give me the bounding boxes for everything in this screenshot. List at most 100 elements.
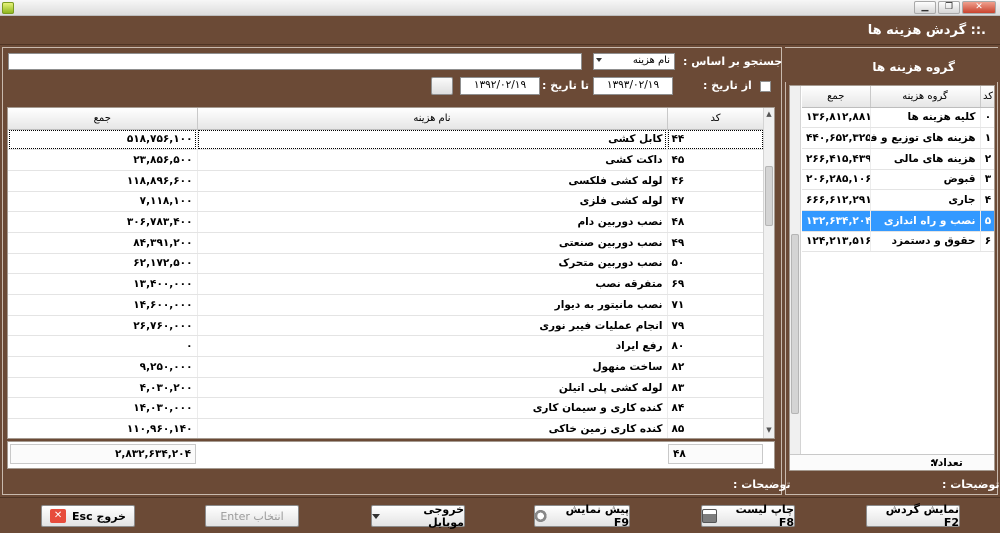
- print-list-button[interactable]: چاپ لیست F8: [701, 503, 795, 529]
- cell-name: کنده کاری زمین خاکی: [197, 418, 668, 438]
- show-turnover-label: نمایش گردش F2: [885, 503, 959, 529]
- group-scroll-thumb[interactable]: [791, 234, 799, 414]
- to-date-field[interactable]: ۱۳۹۲/۰۲/۱۹: [460, 77, 540, 95]
- cell-sum: ۱۴,۰۳۰,۰۰۰: [8, 397, 198, 420]
- cell-name: ساخت منهول: [197, 356, 668, 378]
- column-header-sum[interactable]: جمع: [8, 108, 198, 130]
- cell-code: ۶۹: [667, 273, 765, 295]
- group-row[interactable]: ۱۲۴,۲۱۳,۵۱۶ حقوق و دستمزد ۶: [802, 231, 994, 253]
- group-column-header-sum[interactable]: جمع: [802, 86, 871, 108]
- group-row[interactable]: ۲۶۶,۴۱۵,۴۳۹ هزینه های مالی ۲: [802, 148, 994, 170]
- page-title: .:: گردش هزینه ها: [867, 23, 986, 38]
- group-cell-code: ۴: [980, 189, 994, 211]
- group-column-header-name[interactable]: گروه هزینه: [870, 86, 981, 108]
- cell-code: ۷۹: [667, 315, 765, 337]
- group-cell-sum: ۶۶۶,۶۱۲,۲۹۱: [802, 189, 871, 211]
- from-date-label: از تاریخ :: [703, 79, 752, 92]
- search-field-select-value: نام هزینه: [632, 55, 670, 66]
- mobile-output-button[interactable]: خروجی موبایل: [371, 503, 465, 529]
- bottom-toolbar: [0, 497, 1000, 533]
- grid-scrollbar[interactable]: ▲ ▼: [763, 108, 774, 438]
- to-date-label: تا تاریخ :: [542, 79, 589, 92]
- group-panel-header: گروه هزینه ها: [785, 48, 999, 82]
- group-cell-sum: ۲۰۶,۲۸۵,۱۰۶: [802, 169, 871, 191]
- from-date-checkbox[interactable]: [760, 81, 771, 92]
- restore-button[interactable]: ❐: [938, 1, 960, 14]
- group-column-header-code[interactable]: کد: [980, 86, 994, 108]
- scroll-thumb[interactable]: [765, 166, 773, 226]
- cell-name: نصب دوربین صنعتی: [197, 232, 668, 254]
- cell-sum: ۱۱۸,۸۹۶,۶۰۰: [8, 170, 198, 192]
- cell-name: نصب دوربین دام: [197, 211, 668, 233]
- preview-label: پیش نمایش F9: [565, 503, 629, 529]
- table-row[interactable]: ۳۰۶,۷۸۳,۴۰۰ نصب دوربین دام ۴۸: [8, 211, 765, 233]
- group-row[interactable]: ۱۳۶,۸۱۲,۸۸۱ کلیه هزینه ها ۰: [802, 107, 994, 129]
- column-header-name[interactable]: نام هزینه: [197, 108, 668, 130]
- group-cell-name: کلیه هزینه ها: [870, 107, 981, 129]
- table-row[interactable]: ۱۱۰,۹۶۰,۱۴۰ کنده کاری زمین خاکی ۸۵: [8, 418, 765, 438]
- close-window-button[interactable]: ✕: [962, 1, 996, 14]
- cell-sum: ۱۱۰,۹۶۰,۱۴۰: [8, 418, 198, 438]
- from-date-field[interactable]: ۱۳۹۳/۰۲/۱۹: [593, 77, 673, 95]
- table-row[interactable]: ۴,۰۳۰,۲۰۰ لوله کشی پلی اتیلن ۸۳: [8, 377, 765, 399]
- group-cell-name: جاری: [870, 189, 981, 211]
- table-row[interactable]: ۱۴,۰۳۰,۰۰۰ کنده کاری و سیمان کاری ۸۴: [8, 397, 765, 420]
- search-input[interactable]: [8, 53, 582, 70]
- column-header-code[interactable]: کد: [667, 108, 765, 130]
- table-row[interactable]: ۶۲,۱۷۲,۵۰۰ نصب دوربین متحرک ۵۰: [8, 253, 765, 275]
- group-grid-scrollbar[interactable]: [790, 86, 801, 454]
- table-row[interactable]: ۵۱۸,۷۵۶,۱۰۰ کابل کشی ۴۴: [8, 129, 765, 151]
- group-panel-title: گروه هزینه ها: [872, 60, 955, 74]
- group-cell-code: ۲: [980, 148, 994, 170]
- group-notes-label: توضیحات :: [942, 478, 1000, 491]
- group-cell-code: ۱: [980, 127, 994, 149]
- table-row[interactable]: ۱۳,۴۰۰,۰۰۰ متفرقه نصب ۶۹: [8, 273, 765, 295]
- cell-sum: ۹,۲۵۰,۰۰۰: [8, 356, 198, 378]
- table-row[interactable]: ۱۱۸,۸۹۶,۶۰۰ لوله کشی فلکسی ۴۶: [8, 170, 765, 192]
- group-cell-name: هزینه های مالی: [870, 148, 981, 170]
- cell-name: انجام عملیات فیبر نوری: [197, 315, 668, 337]
- scroll-up-icon[interactable]: ▲: [764, 110, 774, 121]
- table-row[interactable]: ۷,۱۱۸,۱۰۰ لوله کشی فلزی ۴۷: [8, 191, 765, 213]
- table-row[interactable]: ۱۴,۶۰۰,۰۰۰ نصب مانیتور به دیوار ۷۱: [8, 294, 765, 316]
- table-row[interactable]: ۹,۲۵۰,۰۰۰ ساخت منهول ۸۲: [8, 356, 765, 378]
- grid-footer: ۲,۸۳۲,۶۳۴,۲۰۴ ۴۸: [7, 441, 775, 469]
- printer-icon: [702, 509, 717, 523]
- group-row[interactable]: ۲۰۶,۲۸۵,۱۰۶ قبوض ۳: [802, 169, 994, 191]
- group-row[interactable]: ۶۶۶,۶۱۲,۲۹۱ جاری ۴: [802, 189, 994, 211]
- table-row[interactable]: ۲۳,۸۵۶,۵۰۰ داکت کشی ۴۵: [8, 149, 765, 171]
- preview-icon: [535, 509, 550, 523]
- group-count-value: ۷: [932, 457, 939, 469]
- apply-date-button[interactable]: [431, 77, 453, 95]
- cell-name: لوله کشی پلی اتیلن: [197, 377, 668, 399]
- table-row[interactable]: ۲۶,۷۶۰,۰۰۰ انجام عملیات فیبر نوری ۷۹: [8, 315, 765, 337]
- preview-button[interactable]: پیش نمایش F9: [534, 503, 630, 529]
- cell-sum: ۷,۱۱۸,۱۰۰: [8, 191, 198, 213]
- cell-code: ۴۹: [667, 232, 765, 254]
- group-cell-code: ۳: [980, 169, 994, 191]
- grid-total: ۲,۸۳۲,۶۳۴,۲۰۴: [10, 444, 196, 464]
- select-button[interactable]: انتخاب Enter: [205, 505, 299, 527]
- cell-code: ۴۷: [667, 191, 765, 213]
- mobile-output-label: خروجی موبایل: [423, 503, 464, 529]
- cell-name: رفع ایراد: [197, 335, 668, 358]
- scroll-down-icon[interactable]: ▼: [764, 426, 774, 437]
- group-cell-sum: ۱۲۴,۲۱۳,۵۱۶: [802, 231, 871, 253]
- cell-name: کنده کاری و سیمان کاری: [197, 397, 668, 420]
- group-cell-name: نصب و راه اندازی: [870, 210, 981, 232]
- cell-code: ۸۲: [667, 356, 765, 378]
- cell-code: ۴۵: [667, 149, 765, 171]
- minimize-button[interactable]: ▁: [914, 1, 936, 14]
- group-row[interactable]: ۱۳۲,۶۳۴,۲۰۴ نصب و راه اندازی ۵: [802, 210, 994, 232]
- cell-code: ۴۸: [667, 211, 765, 233]
- group-cell-sum: ۴۴۰,۶۵۲,۳۲۵: [802, 127, 871, 149]
- exit-button[interactable]: خروج Esc ✕: [41, 505, 135, 527]
- cell-sum: ۱۳,۴۰۰,۰۰۰: [8, 273, 198, 295]
- table-row[interactable]: ۰ رفع ایراد ۸۰: [8, 335, 765, 358]
- table-row[interactable]: ۸۴,۳۹۱,۲۰۰ نصب دوربین صنعتی ۴۹: [8, 232, 765, 254]
- page-header: .:: گردش هزینه ها: [0, 17, 1000, 45]
- group-row[interactable]: ۴۴۰,۶۵۲,۳۲۵هزینه های توزیع و فروش۱: [802, 127, 994, 149]
- cell-sum: ۸۴,۳۹۱,۲۰۰: [8, 232, 198, 254]
- search-field-select[interactable]: نام هزینه: [593, 53, 675, 70]
- show-turnover-button[interactable]: نمایش گردش F2: [866, 503, 960, 529]
